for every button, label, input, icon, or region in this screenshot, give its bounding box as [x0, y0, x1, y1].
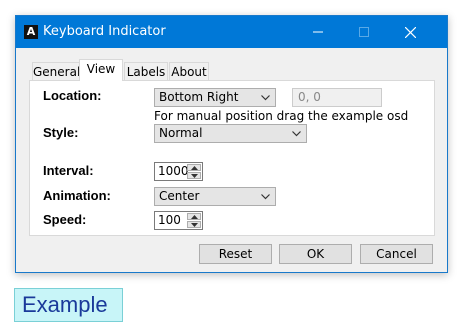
speed-value: 100	[158, 213, 181, 227]
view-panel: Location: Bottom Right 0, 0 For manual p…	[29, 80, 435, 236]
style-value: Normal	[159, 126, 203, 140]
speed-stepper[interactable]: 100	[154, 211, 203, 230]
style-label: Style:	[43, 125, 79, 140]
interval-decrement-button[interactable]	[187, 172, 201, 179]
arrow-up-icon	[191, 166, 198, 170]
animation-value: Center	[159, 189, 200, 203]
tab-view[interactable]: View	[79, 59, 123, 81]
chevron-down-icon	[261, 194, 270, 200]
position-hint: For manual position drag the example osd	[154, 109, 409, 123]
speed-label: Speed:	[43, 212, 87, 227]
location-dropdown[interactable]: Bottom Right	[154, 88, 276, 107]
arrow-down-icon	[191, 223, 198, 227]
location-label: Location:	[43, 88, 102, 103]
tab-general[interactable]: General	[32, 62, 80, 81]
chevron-down-icon	[292, 131, 301, 137]
interval-label: Interval:	[43, 163, 94, 178]
cancel-button[interactable]: Cancel	[360, 244, 433, 264]
reset-button[interactable]: Reset	[199, 244, 272, 264]
minimize-button[interactable]	[295, 16, 341, 48]
close-button[interactable]	[387, 16, 433, 48]
settings-window: A Keyboard Indicator General View Labels…	[15, 15, 448, 273]
speed-increment-button[interactable]	[187, 213, 201, 220]
window-title: Keyboard Indicator	[43, 24, 166, 39]
arrow-down-icon	[191, 174, 198, 178]
tab-about[interactable]: About	[169, 62, 209, 81]
animation-label: Animation:	[43, 188, 111, 203]
tab-labels[interactable]: Labels	[124, 62, 168, 81]
close-icon	[404, 26, 416, 38]
location-value: Bottom Right	[159, 90, 239, 104]
arrow-up-icon	[191, 215, 198, 219]
style-dropdown[interactable]: Normal	[154, 124, 307, 143]
interval-increment-button[interactable]	[187, 164, 201, 171]
minimize-icon	[313, 31, 323, 33]
animation-dropdown[interactable]: Center	[154, 187, 276, 206]
maximize-icon	[359, 27, 369, 37]
interval-stepper[interactable]: 1000	[154, 162, 203, 181]
chevron-down-icon	[261, 95, 270, 101]
position-field: 0, 0	[292, 88, 382, 107]
interval-value: 1000	[158, 164, 189, 178]
maximize-button[interactable]	[341, 16, 387, 48]
app-icon: A	[24, 25, 38, 39]
ok-button[interactable]: OK	[279, 244, 352, 264]
title-bar[interactable]: A Keyboard Indicator	[16, 16, 447, 48]
example-osd[interactable]: Example	[14, 288, 123, 322]
speed-decrement-button[interactable]	[187, 221, 201, 228]
